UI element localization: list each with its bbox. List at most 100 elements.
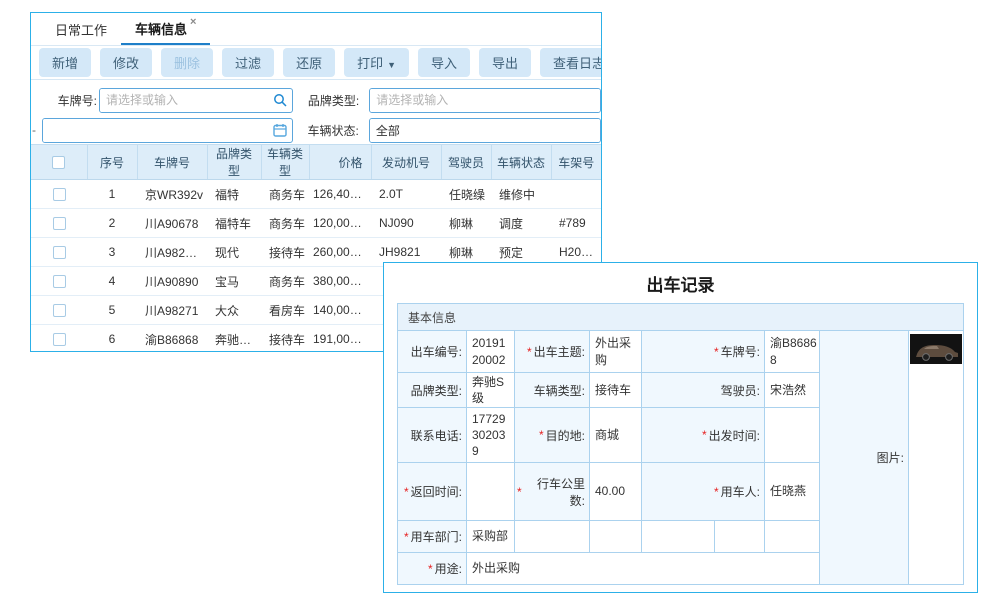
col-brand: 品牌类型 [207, 145, 261, 180]
cell-price: 140,000.00 [309, 296, 371, 325]
filter-button[interactable]: 过滤 [222, 48, 274, 77]
plate-search-input[interactable] [100, 89, 268, 112]
row-checkbox[interactable] [53, 275, 66, 288]
caret-down-icon: ▼ [387, 60, 396, 70]
cell-brand: 福特车 [207, 209, 261, 238]
field-value-purpose: 外出采购 [467, 553, 819, 584]
field-label-destination: *目的地: [515, 408, 589, 462]
col-price: 价格 [309, 145, 371, 180]
search-icon[interactable] [268, 93, 292, 107]
field-value-subject: 外出采购 [590, 331, 641, 372]
cell-seq: 2 [87, 209, 137, 238]
cell-brand: 宝马 [207, 267, 261, 296]
cell-type: 看房车 [261, 296, 309, 325]
tab-daily-work[interactable]: 日常工作 [41, 13, 121, 45]
row-checkbox[interactable] [53, 188, 66, 201]
plate-link[interactable]: 川A982780 [137, 238, 207, 267]
cell-price: 191,000.00 [309, 325, 371, 353]
import-button[interactable]: 导入 [418, 48, 470, 77]
cell-price: 380,000.00 [309, 267, 371, 296]
field-label-user: *用车人: [642, 463, 764, 520]
field-label-return-time: *返回时间: [398, 463, 466, 520]
edit-button[interactable]: 修改 [100, 48, 152, 77]
add-button[interactable]: 新增 [39, 48, 91, 77]
restore-button[interactable]: 还原 [283, 48, 335, 77]
field-value-return-time [467, 463, 514, 520]
field-value-vehicle-type: 接待车 [590, 373, 641, 407]
table-header-row: 序号 车牌号 品牌类型 车辆类型 价格 发动机号 驾驶员 车辆状态 车架号 [31, 145, 601, 180]
date-input[interactable] [43, 119, 268, 142]
record-form-grid: 图片: 出车编号: 2019120002 *出车主题: 外出采购 *车牌 [398, 331, 963, 584]
cell-type: 商务车 [261, 209, 309, 238]
row-checkbox[interactable] [53, 304, 66, 317]
cell-seq: 6 [87, 325, 137, 353]
status-filter-label: 车辆状态: [299, 122, 359, 139]
plate-link[interactable]: 川A90678 [137, 209, 207, 238]
col-type: 车辆类型 [261, 145, 309, 180]
cell-seq: 1 [87, 180, 137, 209]
row-checkbox[interactable] [53, 217, 66, 230]
col-plate: 车牌号 [137, 145, 207, 180]
brand-search-input[interactable] [370, 89, 600, 112]
col-engine: 发动机号 [371, 145, 441, 180]
field-label-brand: 品牌类型: [398, 373, 466, 407]
vehicle-photo-cell [909, 331, 963, 584]
driver-link[interactable]: 柳琳 [441, 209, 491, 238]
field-value-plate: 渝B86868 [765, 331, 819, 372]
page-title: 出车记录 [384, 263, 977, 303]
empty-cell [515, 521, 589, 552]
field-label-driver: 驾驶员: [642, 373, 764, 407]
field-value-department: 采购部 [467, 521, 514, 552]
field-value-dispatch-no: 2019120002 [467, 331, 514, 372]
field-value-depart-time [765, 408, 819, 462]
plate-filter-label: 车牌号: [31, 92, 97, 109]
cell-seq: 3 [87, 238, 137, 267]
row-checkbox[interactable] [53, 246, 66, 259]
delete-button[interactable]: 删除 [161, 48, 213, 77]
desktop: 日常工作 车辆信息 × 新增 修改 删除 过滤 还原 打印▼ 导入 导出 查看日… [0, 0, 1000, 600]
cell-type: 接待车 [261, 325, 309, 353]
cell-engine: 2.0T [371, 180, 441, 209]
export-button[interactable]: 导出 [479, 48, 531, 77]
field-label-dispatch-no: 出车编号: [398, 331, 466, 372]
empty-cell [765, 521, 819, 552]
row-checkbox[interactable] [53, 333, 66, 346]
empty-cell [590, 521, 641, 552]
field-label-depart-time: *出发时间: [642, 408, 764, 462]
driver-link[interactable]: 任晓缲 [441, 180, 491, 209]
cell-brand: 大众 [207, 296, 261, 325]
cell-brand: 福特 [207, 180, 261, 209]
cell-type: 接待车 [261, 238, 309, 267]
col-seq: 序号 [87, 145, 137, 180]
view-log-button[interactable]: 查看日志 [540, 48, 602, 77]
col-status: 车辆状态 [491, 145, 551, 180]
cell-brand: 现代 [207, 238, 261, 267]
section-header: 基本信息 [398, 304, 963, 331]
tab-label: 车辆信息 [135, 19, 187, 38]
field-label-subject: *出车主题: [515, 331, 589, 372]
cell-price: 260,000.00 [309, 238, 371, 267]
field-label-mileage: *行车公里数: [515, 463, 589, 520]
field-value-user: 任晓燕 [765, 463, 819, 520]
cell-seq: 5 [87, 296, 137, 325]
select-all-checkbox[interactable] [52, 156, 65, 169]
field-label-plate: *车牌号: [642, 331, 764, 372]
field-value-phone: 17729302039 [467, 408, 514, 462]
calendar-icon[interactable] [268, 123, 292, 137]
brand-filter-label: 品牌类型: [299, 92, 359, 109]
toolbar: 新增 修改 删除 过滤 还原 打印▼ 导入 导出 查看日志 [31, 46, 601, 80]
field-value-destination: 商城 [590, 408, 641, 462]
table-row: 2 川A90678 福特车 商务车 120,000.00 NJ090 柳琳 调度… [31, 209, 601, 238]
plate-link[interactable]: 川A90890 [137, 267, 207, 296]
field-label-phone: 联系电话: [398, 408, 466, 462]
plate-link[interactable]: 京WR392v [137, 180, 207, 209]
print-dropdown-button[interactable]: 打印▼ [344, 48, 409, 77]
plate-link[interactable]: 川A98271 [137, 296, 207, 325]
cell-brand: 奔驰S级 [207, 325, 261, 353]
tab-vehicle-info[interactable]: 车辆信息 × [121, 13, 210, 45]
plate-link[interactable]: 渝B86868 [137, 325, 207, 353]
basic-info-panel: 基本信息 图片: 出车编号: 201912000 [397, 303, 964, 585]
field-label-department: *用车部门: [398, 521, 466, 552]
close-icon[interactable]: × [190, 16, 196, 28]
vehicle-status-select[interactable] [370, 119, 600, 142]
